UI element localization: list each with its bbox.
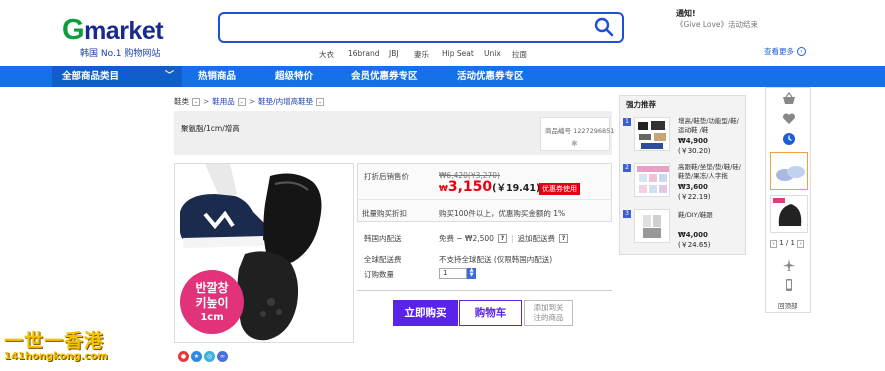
quantity-stepper[interactable]: ▲ ▼ [467, 268, 476, 279]
add-to-wishlist-button[interactable]: 添加到关 注的商品 [524, 300, 573, 326]
sale-price-label: 打折后销售价 [364, 172, 409, 181]
recent-clock-icon[interactable] [782, 132, 796, 146]
recent-item-thumbnail[interactable] [770, 152, 808, 190]
back-to-top-button[interactable]: 回顶部 [778, 300, 798, 310]
keyword-link[interactable]: 妻乐 [414, 49, 429, 60]
quantity-input[interactable]: 1 [439, 268, 467, 279]
recommend-price: ₩3,600 [678, 183, 708, 191]
recommend-title: 强力推荐 [626, 100, 656, 109]
weibo-icon[interactable]: ● [178, 351, 189, 362]
recommend-rmb: (￥24.65) [678, 241, 711, 249]
share-icon[interactable]: ★ [191, 351, 202, 362]
basket-icon[interactable] [782, 92, 796, 106]
buy-divider [357, 290, 612, 291]
rank-badge: 3 [623, 210, 631, 218]
keyword-link[interactable]: 大衣 [319, 49, 334, 60]
global-shipping-value: 不支持全球配送 (仅限韩国内配送) [439, 255, 553, 264]
rank-badge: 2 [623, 164, 631, 172]
recommend-rmb: (￥30.20) [678, 147, 711, 155]
notice-title: 通知! [676, 9, 696, 18]
nav-member-coupons[interactable]: 会员优惠券专区 [351, 66, 418, 87]
recent-item-thumbnail[interactable] [770, 195, 808, 233]
chevron-down-icon: ﹀ [164, 71, 174, 81]
notice-link[interactable]: 《Give Love》活动结束 [676, 19, 758, 30]
arrow-right-icon: › [797, 47, 806, 56]
domestic-shipping-value: 免费 ~ ₩2,500 ? | 追加配送费 ? [439, 233, 568, 244]
breadcrumb: 鞋类 ⌄ > 鞋用品 ⌄ > 鞋垫/内增高鞋垫 ⌄ [174, 96, 325, 107]
domestic-shipping-label: 韩国内配送 [364, 234, 402, 243]
buy-now-button[interactable]: 立即购买 [393, 300, 458, 326]
breadcrumb-item[interactable]: 鞋类 [174, 96, 189, 107]
search-input[interactable] [218, 12, 624, 43]
airplane-icon[interactable] [782, 258, 796, 272]
mobile-icon[interactable] [782, 278, 796, 292]
gmarket-logo[interactable]: Gmarket [62, 16, 164, 45]
recommend-price: ₩4,900 [678, 137, 708, 145]
sale-price: ₩3,150(￥19.41) [439, 179, 541, 195]
height-badge: 반깔창 키높이 1cm [180, 270, 244, 334]
price-divider [357, 199, 612, 200]
see-more-link[interactable]: 查看更多 › [764, 46, 806, 57]
all-categories-menu[interactable]: 全部商品类目 ﹀ [52, 66, 182, 87]
share-bar: ● ★ ◎ ∞ [178, 351, 228, 362]
nav-event-coupons[interactable]: 活动优惠券专区 [457, 66, 524, 87]
recent-pager: ‹ 1 / 1 › [770, 239, 805, 248]
logo-subtitle: 韩国 No.1 购物网站 [80, 49, 161, 59]
recommend-name[interactable]: 增高/鞋垫/功能型/鞋/运动鞋 /鞋 [678, 117, 744, 135]
coupon-badge[interactable]: 优惠券使用 [539, 183, 580, 195]
help-icon[interactable]: ? [558, 234, 568, 243]
breadcrumb-item[interactable]: 鞋垫/内增高鞋垫 [258, 96, 313, 107]
dropdown-icon[interactable]: ⌄ [316, 97, 325, 106]
keyword-link[interactable]: 16brand [348, 49, 380, 58]
recommend-thumbnail[interactable] [634, 209, 670, 243]
add-to-cart-button[interactable]: 购物车 [459, 300, 522, 326]
nav-super-deals[interactable]: 超级特价 [275, 66, 313, 87]
help-icon[interactable]: ? [497, 234, 507, 243]
next-page-button[interactable]: › [797, 240, 805, 248]
keyword-link[interactable]: Hip Seat [442, 49, 474, 58]
recommend-thumbnail[interactable] [634, 163, 670, 197]
keyword-link[interactable]: Unix [484, 49, 501, 58]
quantity-label: 订购数量 [364, 270, 394, 279]
recommend-name[interactable]: 鞋/DIY/鞋跟 [678, 211, 744, 220]
watermark-url: 141hongkong.com [4, 351, 108, 362]
global-shipping-label: 全球配送费 [364, 255, 402, 264]
dropdown-icon[interactable]: ⌄ [192, 97, 200, 106]
product-title: 聚氨脂/1cm/增高 [181, 124, 240, 133]
recommend-rmb: (￥22.19) [678, 193, 711, 201]
bulk-discount-text: 购买100件以上，优惠购买金额的 1% [439, 209, 566, 218]
pin-icon[interactable]: ✱ [571, 139, 578, 148]
product-code: 商品编号 1227296851 [545, 127, 615, 135]
qq-icon[interactable]: ◎ [204, 351, 215, 362]
recommend-name[interactable]: 高跟鞋/坐垫/垫/鞋/硅/鞋垫/果冻/人字拖 [678, 163, 744, 181]
prev-page-button[interactable]: ‹ [770, 240, 777, 248]
nav-hot-items[interactable]: 热销商品 [198, 66, 236, 87]
keyword-link[interactable]: JBJ [389, 49, 399, 58]
breadcrumb-item[interactable]: 鞋用品 [212, 96, 235, 107]
rank-badge: 1 [623, 118, 631, 126]
heart-icon[interactable] [782, 112, 796, 126]
recommend-thumbnail[interactable] [634, 117, 670, 151]
search-icon[interactable] [594, 17, 614, 37]
recommend-price: ₩4,000 [678, 231, 708, 239]
bulk-discount-label: 批量购买折扣 [362, 209, 407, 218]
link-icon[interactable]: ∞ [217, 351, 228, 362]
watermark-text: 一世一香港 [4, 330, 105, 352]
keyword-link[interactable]: 拉面 [512, 49, 527, 60]
dropdown-icon[interactable]: ⌄ [237, 97, 246, 106]
